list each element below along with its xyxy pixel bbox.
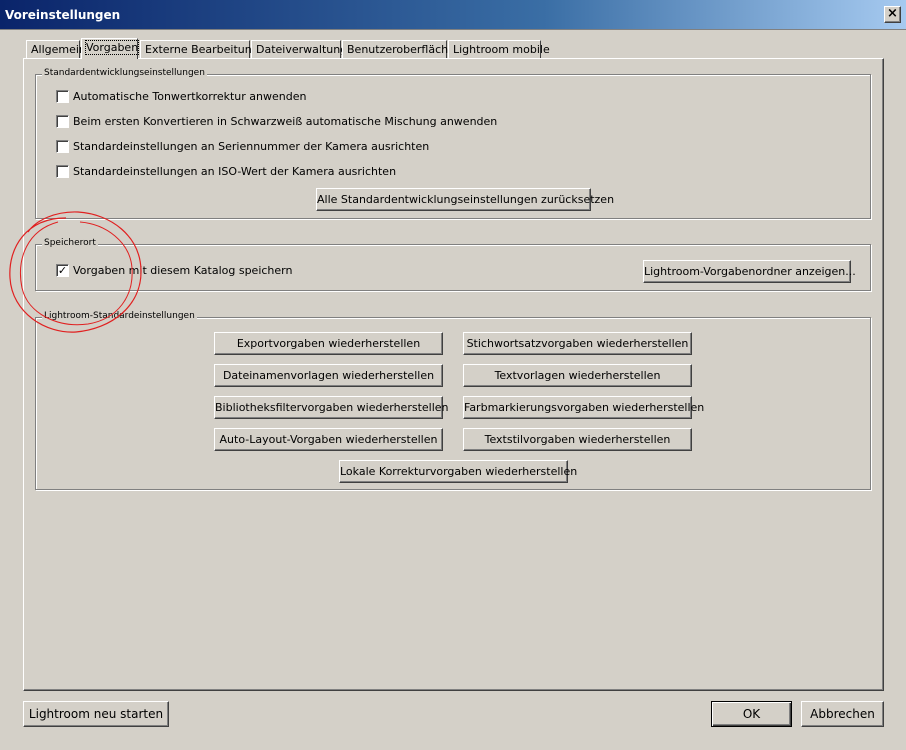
checkmark-icon: ✓ [57, 264, 68, 277]
tab-benutzeroberflaeche[interactable]: Benutzeroberfläche [342, 40, 455, 58]
group-legend: Speicherort [42, 238, 98, 248]
close-icon: × [887, 6, 898, 21]
checkbox-label: Vorgaben mit diesem Katalog speichern [73, 264, 293, 277]
checkbox-label: Standardeinstellungen an Seriennummer de… [73, 140, 430, 153]
restore-color-label-presets-button[interactable]: Farbmarkierungsvorgaben wiederherstellen [463, 396, 704, 419]
reset-dev-defaults-button[interactable]: Alle Standardentwicklungseinstellungen z… [316, 188, 614, 211]
window-title: Voreinstellungen [5, 8, 121, 22]
restore-text-templates-button[interactable]: Textvorlagen wiederherstellen [463, 364, 692, 387]
group-legend: Standardentwicklungseinstellungen [42, 68, 207, 78]
checkbox-label: Automatische Tonwertkorrektur anwenden [73, 90, 307, 103]
close-button[interactable]: × [884, 6, 901, 23]
tab-label: Externe Bearbeitung [145, 43, 259, 56]
tab-panel-vorgaben: Standardentwicklungseinstellungen Automa… [23, 58, 884, 691]
checkbox-label: Standardeinstellungen an ISO-Wert der Ka… [73, 165, 397, 178]
tab-allgemein[interactable]: Allgemein [26, 40, 86, 58]
restore-auto-layout-presets-button[interactable]: Auto-Layout-Vorgaben wiederherstellen [214, 428, 443, 451]
tab-label: Dateiverwaltung [256, 43, 348, 56]
restore-keyword-set-presets-button[interactable]: Stichwortsatzvorgaben wiederherstellen [463, 332, 692, 355]
checkbox-label: Beim ersten Konvertieren in Schwarzweiß … [73, 115, 498, 128]
store-with-catalog-checkbox[interactable]: ✓ [56, 264, 69, 277]
camera-iso-checkbox[interactable] [56, 165, 69, 178]
cancel-button[interactable]: Abbrechen [801, 701, 884, 727]
restore-text-style-presets-button[interactable]: Textstilvorgaben wiederherstellen [463, 428, 692, 451]
tab-label: Vorgaben [84, 40, 140, 55]
restart-lightroom-button[interactable]: Lightroom neu starten [23, 701, 169, 727]
group-legend: Lightroom-Standardeinstellungen [42, 311, 197, 321]
location-group: Speicherort ✓ Vorgaben mit diesem Katalo… [35, 238, 871, 291]
restore-local-adjustment-presets-button[interactable]: Lokale Korrekturvorgaben wiederherstelle… [339, 460, 577, 483]
tab-dateiverwaltung[interactable]: Dateiverwaltung [251, 40, 347, 58]
lightroom-defaults-group: Lightroom-Standardeinstellungen Exportvo… [35, 311, 871, 490]
restore-library-filter-presets-button[interactable]: Bibliotheksfiltervorgaben wiederherstell… [214, 396, 449, 419]
restore-export-presets-button[interactable]: Exportvorgaben wiederherstellen [214, 332, 443, 355]
tab-label: Benutzeroberfläche [347, 43, 455, 56]
standard-dev-settings-group: Standardentwicklungseinstellungen Automa… [35, 68, 871, 219]
tab-label: Allgemein [31, 43, 86, 56]
tab-lightroom-mobile[interactable]: Lightroom mobile [448, 40, 550, 58]
bw-auto-mix-checkbox[interactable] [56, 115, 69, 128]
camera-serial-checkbox[interactable] [56, 140, 69, 153]
ok-button[interactable]: OK [711, 701, 792, 727]
auto-tone-checkbox[interactable] [56, 90, 69, 103]
show-presets-folder-button[interactable]: Lightroom-Vorgabenordner anzeigen... [643, 260, 856, 283]
tab-vorgaben[interactable]: Vorgaben [81, 38, 140, 59]
tab-label: Lightroom mobile [453, 43, 550, 56]
tab-externe-bearbeitung[interactable]: Externe Bearbeitung [140, 40, 259, 58]
title-bar: Voreinstellungen × [0, 0, 906, 30]
restore-filename-templates-button[interactable]: Dateinamenvorlagen wiederherstellen [214, 364, 443, 387]
